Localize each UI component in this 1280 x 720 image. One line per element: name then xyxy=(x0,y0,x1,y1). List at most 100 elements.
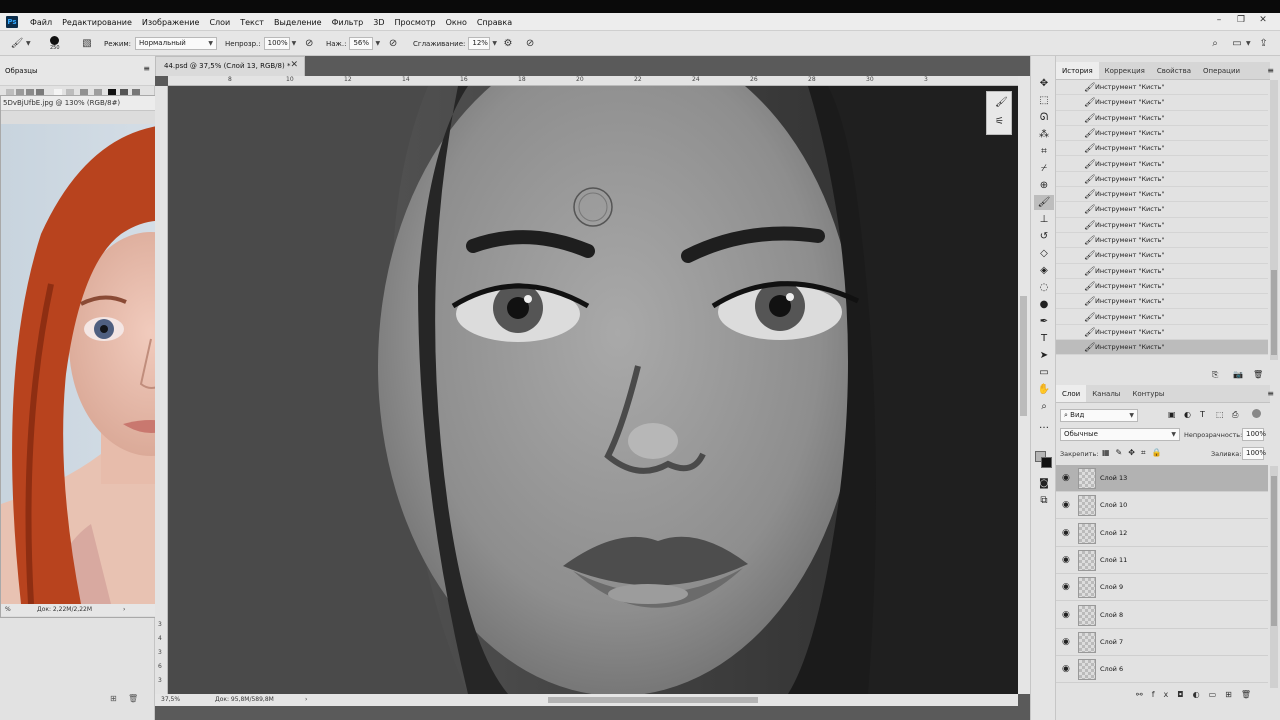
swatches-tab[interactable]: Образцы xyxy=(5,67,38,75)
menu-select[interactable]: Выделение xyxy=(274,18,322,27)
minimize-button[interactable]: – xyxy=(1208,15,1230,25)
history-item[interactable]: 🖌 Инструмент "Кисть" xyxy=(1056,111,1268,126)
visibility-eye-icon[interactable]: ◉ xyxy=(1062,582,1070,592)
history-item[interactable]: 🖌 Инструмент "Кисть" xyxy=(1056,202,1268,218)
tab-adjustments[interactable]: Коррекция xyxy=(1099,62,1151,79)
history-item[interactable]: 🖌 Инструмент "Кисть" xyxy=(1056,187,1268,203)
tab-layers[interactable]: Слои xyxy=(1056,385,1087,402)
history-item[interactable]: 🖌 Инструмент "Кисть" xyxy=(1056,294,1268,310)
history-scrollbar[interactable] xyxy=(1270,80,1278,360)
quick-mask-icon[interactable]: ◙ xyxy=(1034,476,1054,491)
brush-tool-icon[interactable]: 🖌 xyxy=(1034,195,1054,210)
history-item[interactable]: 🖌 Инструмент "Кисть" xyxy=(1056,157,1268,172)
tab-history[interactable]: История xyxy=(1056,62,1099,79)
chevron-down-icon[interactable]: ▼ xyxy=(292,40,297,47)
link-icon[interactable]: ⚯ xyxy=(1136,690,1152,699)
sliders-icon[interactable]: ⚟ xyxy=(995,116,1004,127)
filter-pixel-icon[interactable]: ▣ xyxy=(1168,410,1176,419)
type-tool-icon[interactable]: T xyxy=(1034,331,1054,346)
camera-icon[interactable]: 📷 xyxy=(1233,370,1243,379)
group-icon[interactable]: ▭ xyxy=(1209,690,1226,699)
mask-icon[interactable]: ◘ xyxy=(1177,690,1192,699)
menu-filter[interactable]: Фильтр xyxy=(332,18,364,27)
filter-shape-icon[interactable]: ⬚ xyxy=(1216,410,1224,419)
zoom-level[interactable]: 37,5% xyxy=(161,694,180,706)
pressure-input[interactable]: 56% xyxy=(349,37,374,50)
tab-paths[interactable]: Контуры xyxy=(1126,385,1170,402)
new-document-from-state-icon[interactable]: ⎘ xyxy=(1212,370,1218,380)
layer-row[interactable]: ◉ Слой 9 xyxy=(1056,574,1268,602)
panel-menu-icon[interactable]: ≡ xyxy=(1267,66,1274,75)
layer-filter-select[interactable]: ⌕ Вид ▼ xyxy=(1060,409,1138,422)
dodge-tool-icon[interactable]: ● xyxy=(1034,297,1054,312)
canvas[interactable] xyxy=(168,86,1018,694)
new-layer-icon[interactable]: ⊞ xyxy=(1225,690,1241,699)
menu-window[interactable]: Окно xyxy=(446,18,467,27)
horizontal-ruler[interactable]: 8 10 12 14 16 18 20 22 24 26 28 30 3 xyxy=(168,76,1018,86)
tab-actions[interactable]: Операции xyxy=(1197,62,1246,79)
pressure-opacity-icon[interactable]: ⊘ xyxy=(302,37,316,51)
visibility-eye-icon[interactable]: ◉ xyxy=(1062,637,1070,647)
marquee-tool-icon[interactable]: ⬚ xyxy=(1034,93,1054,108)
blend-mode-select[interactable]: Обычные ▼ xyxy=(1060,428,1180,441)
history-item[interactable]: 🖌 Инструмент "Кисть" xyxy=(1056,340,1268,356)
document-tab[interactable]: 44.psd @ 37,5% (Слой 13, RGB/8) * ✕ xyxy=(155,56,305,76)
brush-preset-icon[interactable]: 🖌 xyxy=(995,97,1008,108)
quick-select-tool-icon[interactable]: ⁂ xyxy=(1034,127,1054,142)
scroll-thumb[interactable] xyxy=(1271,270,1277,355)
history-item[interactable]: 🖌 Инструмент "Кисть" xyxy=(1056,126,1268,142)
visibility-eye-icon[interactable]: ◉ xyxy=(1062,500,1070,510)
history-item[interactable]: 🖌 Инструмент "Кисть" xyxy=(1056,264,1268,279)
layers-scrollbar[interactable] xyxy=(1270,466,1278,688)
airbrush-icon[interactable]: ⊘ xyxy=(386,37,400,51)
chevron-right-icon[interactable]: › xyxy=(123,604,125,616)
menu-image[interactable]: Изображение xyxy=(142,18,200,27)
workspace-icon[interactable]: ▭ xyxy=(1230,37,1244,51)
new-item-icon[interactable]: ⊞ xyxy=(110,694,117,703)
lasso-tool-icon[interactable]: ᘏ xyxy=(1034,110,1054,125)
search-icon[interactable]: ⌕ xyxy=(1208,37,1222,51)
layer-row[interactable]: ◉ Слой 8 xyxy=(1056,602,1268,629)
scroll-thumb[interactable] xyxy=(1020,296,1027,416)
visibility-eye-icon[interactable]: ◉ xyxy=(1062,610,1070,620)
menu-edit[interactable]: Редактирование xyxy=(62,18,132,27)
opacity-input[interactable]: 100% xyxy=(263,37,290,50)
visibility-eye-icon[interactable]: ◉ xyxy=(1062,473,1070,483)
scroll-thumb[interactable] xyxy=(1271,476,1277,626)
filter-type-icon[interactable]: T xyxy=(1200,410,1205,419)
chevron-down-icon[interactable]: ▼ xyxy=(375,40,380,47)
visibility-eye-icon[interactable]: ◉ xyxy=(1062,664,1070,674)
history-item[interactable]: 🖌 Инструмент "Кисть" xyxy=(1056,310,1268,325)
visibility-eye-icon[interactable]: ◉ xyxy=(1062,555,1070,565)
history-item[interactable]: 🖌 Инструмент "Кисть" xyxy=(1056,325,1268,341)
crop-tool-icon[interactable]: ⌗ xyxy=(1034,144,1054,159)
visibility-eye-icon[interactable]: ◉ xyxy=(1062,528,1070,538)
paint-bucket-tool-icon[interactable]: ◈ xyxy=(1034,263,1054,278)
share-icon[interactable]: ⇪ xyxy=(1257,37,1271,51)
history-item[interactable]: 🖌 Инструмент "Кисть" xyxy=(1056,248,1268,264)
history-item[interactable]: 🖌 Инструмент "Кисть" xyxy=(1056,279,1268,295)
screen-mode-icon[interactable]: ⧉ xyxy=(1034,493,1054,508)
smoothing-input[interactable]: 12% xyxy=(468,37,491,50)
lock-icons[interactable]: ▦✎✥⌗🔒 xyxy=(1102,448,1167,458)
scroll-thumb[interactable] xyxy=(548,697,758,703)
pen-tool-icon[interactable]: ✒ xyxy=(1034,314,1054,329)
eraser-tool-icon[interactable]: ◇ xyxy=(1034,246,1054,261)
layer-row[interactable]: ◉ Слой 13 xyxy=(1056,465,1268,492)
layer-row[interactable]: ◉ Слой 11 xyxy=(1056,547,1268,574)
adjustment-layer-icon[interactable]: ◐ xyxy=(1193,690,1209,699)
filter-adjustment-icon[interactable]: ◐ xyxy=(1184,410,1191,419)
hand-tool-icon[interactable]: ✋ xyxy=(1034,382,1054,397)
trash-icon[interactable]: 🗑 xyxy=(128,694,138,703)
history-item[interactable]: 🖌 Инструмент "Кисть" xyxy=(1056,141,1268,157)
rectangle-tool-icon[interactable]: ▭ xyxy=(1034,365,1054,380)
trash-icon[interactable]: 🗑 xyxy=(1253,370,1263,379)
move-tool-icon[interactable]: ✥ xyxy=(1034,76,1054,91)
chevron-down-icon[interactable]: ▼ xyxy=(1246,40,1251,47)
menu-file[interactable]: Файл xyxy=(30,18,52,27)
chevron-right-icon[interactable]: › xyxy=(305,694,307,706)
menu-layers[interactable]: Слои xyxy=(209,18,230,27)
fx-icon[interactable]: fx xyxy=(1152,690,1178,699)
eyedropper-tool-icon[interactable]: ⌿ xyxy=(1034,161,1054,176)
vertical-scrollbar[interactable] xyxy=(1018,76,1030,694)
